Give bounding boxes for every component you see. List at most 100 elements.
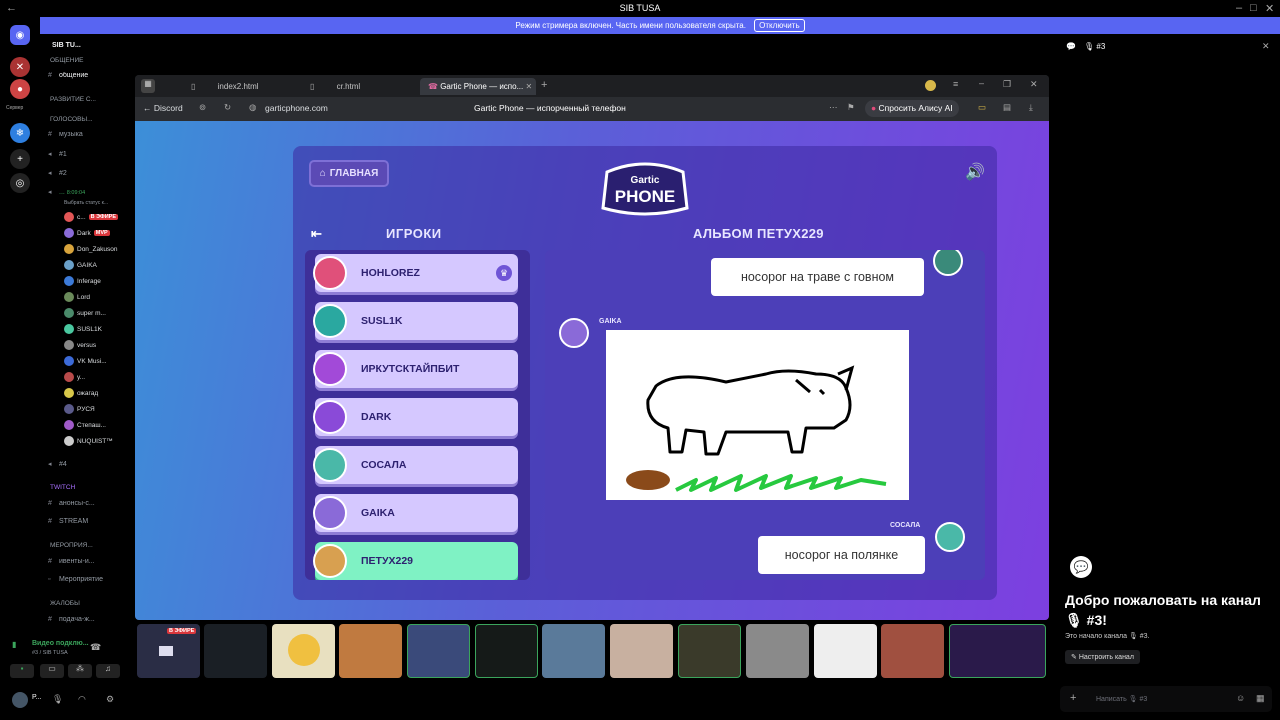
screenshare-button[interactable]: ▭: [40, 664, 64, 678]
collections-icon[interactable]: ▤: [1003, 102, 1011, 113]
stream-thumbnail[interactable]: [881, 624, 944, 678]
stream-thumbnail[interactable]: [814, 624, 877, 678]
back-arrow-icon[interactable]: ←: [6, 2, 17, 14]
gear-icon[interactable]: ⚙: [106, 694, 114, 705]
tab-close-icon[interactable]: ✕: [525, 82, 532, 91]
category-general[interactable]: ОБЩЕНИЕ: [50, 57, 83, 64]
voice-user[interactable]: Dark MVP: [64, 228, 110, 238]
category-events[interactable]: МЕРОПРИЯ...: [50, 542, 93, 549]
stream-thumbnail[interactable]: [542, 624, 605, 678]
channel-settings-button[interactable]: ✎ Настроить канал: [1065, 650, 1140, 664]
tab-cr[interactable]: ▯ cr.html: [302, 78, 420, 95]
voice-user[interactable]: versus: [64, 340, 96, 350]
new-tab-icon[interactable]: +: [541, 79, 547, 91]
category-twitch[interactable]: TWITCH: [50, 484, 75, 491]
voice-user[interactable]: VK Musi...: [64, 356, 107, 366]
voice-user[interactable]: super m...: [64, 308, 106, 318]
voice-user[interactable]: NUQUIST™: [64, 436, 113, 446]
shield-icon[interactable]: ⊚: [199, 102, 206, 113]
bookmark-icon[interactable]: ⚑: [847, 102, 855, 113]
close-icon[interactable]: ✕: [1265, 2, 1274, 15]
explore-icon[interactable]: ◎: [10, 173, 30, 193]
sound-icon[interactable]: 🔊: [965, 162, 985, 182]
disable-streamer-mode-button[interactable]: Отключить: [754, 19, 805, 32]
channel-voice-4[interactable]: ◂ #4: [48, 460, 132, 468]
soundboard-button[interactable]: ♫: [96, 664, 120, 678]
disconnect-icon[interactable]: ☎: [90, 642, 101, 653]
channel-voice-2[interactable]: ◂ #2: [48, 169, 132, 177]
ask-alice-button[interactable]: ● Спросить Алису AI: [865, 100, 959, 117]
message-placeholder: Написать 🎙 #3: [1096, 696, 1148, 703]
voice-user[interactable]: у...: [64, 372, 85, 382]
channel-stream[interactable]: # STREAM: [48, 518, 132, 525]
message-input[interactable]: + Написать 🎙 #3 ☺ ▦: [1060, 686, 1272, 712]
hash-icon: #: [48, 72, 52, 79]
apps-icon[interactable]: ▦: [1256, 693, 1265, 704]
stream-thumbnail[interactable]: [678, 624, 741, 678]
tab-menu-icon[interactable]: ▦: [141, 79, 155, 93]
restore-icon[interactable]: ❐: [1003, 79, 1011, 90]
close-icon[interactable]: ✕: [1030, 79, 1038, 90]
discord-home-icon[interactable]: ◉: [10, 25, 30, 45]
stream-thumbnail[interactable]: [339, 624, 402, 678]
channel-voice-1[interactable]: ◂ #1: [48, 150, 132, 158]
stream-thumbnail[interactable]: [407, 624, 470, 678]
channel-events[interactable]: # ивенты-и...: [48, 558, 132, 565]
channel-music[interactable]: # музыка: [48, 131, 132, 138]
close-chat-icon[interactable]: ✕: [1262, 41, 1270, 52]
tab-gartic[interactable]: ☎ Gartic Phone — испо... ✕: [420, 78, 536, 95]
stream-thumbnail[interactable]: [475, 624, 538, 678]
maximize-icon[interactable]: □: [1250, 2, 1257, 14]
category-complaints[interactable]: ЖАЛОБЫ: [50, 600, 80, 607]
voice-user[interactable]: Inferage: [64, 276, 101, 286]
status-prompt[interactable]: Выбрать статус к...: [64, 200, 108, 206]
attach-icon[interactable]: +: [1070, 692, 1076, 704]
voice-user[interactable]: Степаш...: [64, 420, 106, 430]
stream-thumbnail[interactable]: [272, 624, 335, 678]
emoji-icon[interactable]: ☺: [1236, 693, 1245, 703]
server-icon-sib-tusa[interactable]: ❄: [10, 123, 30, 143]
tab-index2[interactable]: ▯ index2.html: [183, 78, 301, 95]
stream-thumbnail[interactable]: [746, 624, 809, 678]
mic-icon[interactable]: 🎙: [52, 694, 63, 705]
server-name[interactable]: SIB TU...: [52, 42, 81, 49]
category-voice[interactable]: ГОЛОСОВЫ...: [50, 116, 93, 123]
stream-thumbnail[interactable]: [949, 624, 1046, 678]
avatar[interactable]: [12, 692, 28, 708]
stream-thumbnail[interactable]: [204, 624, 267, 678]
exit-icon[interactable]: ⇤: [311, 226, 322, 242]
camera-button[interactable]: ▪: [10, 664, 34, 678]
voice-user[interactable]: SUSL1K: [64, 324, 102, 334]
menu-icon[interactable]: ≡: [953, 79, 958, 89]
channel-announce[interactable]: # анонсы-с...: [48, 500, 132, 507]
channel-complaint[interactable]: # подача-ж...: [48, 616, 132, 623]
channel-events-2[interactable]: ▫ Мероприятие: [48, 576, 132, 583]
home-button[interactable]: ⌂ ГЛАВНАЯ: [309, 160, 389, 187]
profile-icon[interactable]: [925, 80, 936, 91]
channel-general[interactable]: # общение: [48, 72, 132, 79]
server-icon-1[interactable]: ✕: [10, 57, 30, 77]
voice-user[interactable]: Lord: [64, 292, 90, 302]
minimize-icon[interactable]: –: [1236, 2, 1242, 14]
voice-user[interactable]: ожагад: [64, 388, 98, 398]
user-name: P...: [32, 694, 42, 701]
minimize-icon[interactable]: –: [979, 78, 984, 88]
voice-user[interactable]: GAIKA: [64, 260, 97, 270]
stream-thumbnail[interactable]: В ЭФИРЕ: [137, 624, 200, 678]
voice-user[interactable]: Don_Zakuson: [64, 244, 117, 254]
download-icon[interactable]: ⤓: [1029, 102, 1033, 113]
headphones-icon[interactable]: ◠: [78, 694, 86, 705]
url-field[interactable]: garticphone.com: [265, 103, 328, 113]
speaker-icon: ◂: [48, 170, 52, 177]
server-icon-2[interactable]: ●: [10, 79, 30, 99]
channel-voice-3[interactable]: ◂... 8:09:04: [48, 188, 132, 196]
add-server-icon[interactable]: +: [10, 149, 30, 169]
back-button[interactable]: ← Discord: [143, 103, 183, 113]
voice-user[interactable]: РУСЯ: [64, 404, 95, 414]
voice-user[interactable]: с... В ЭФИРЕ: [64, 212, 118, 222]
reload-icon[interactable]: ↻: [224, 102, 231, 113]
activities-button[interactable]: ⁂: [68, 664, 92, 678]
stream-thumbnail[interactable]: [610, 624, 673, 678]
category-dev[interactable]: РАЗВИТИЕ С...: [50, 96, 96, 103]
more-icon[interactable]: ⋯: [829, 102, 838, 113]
